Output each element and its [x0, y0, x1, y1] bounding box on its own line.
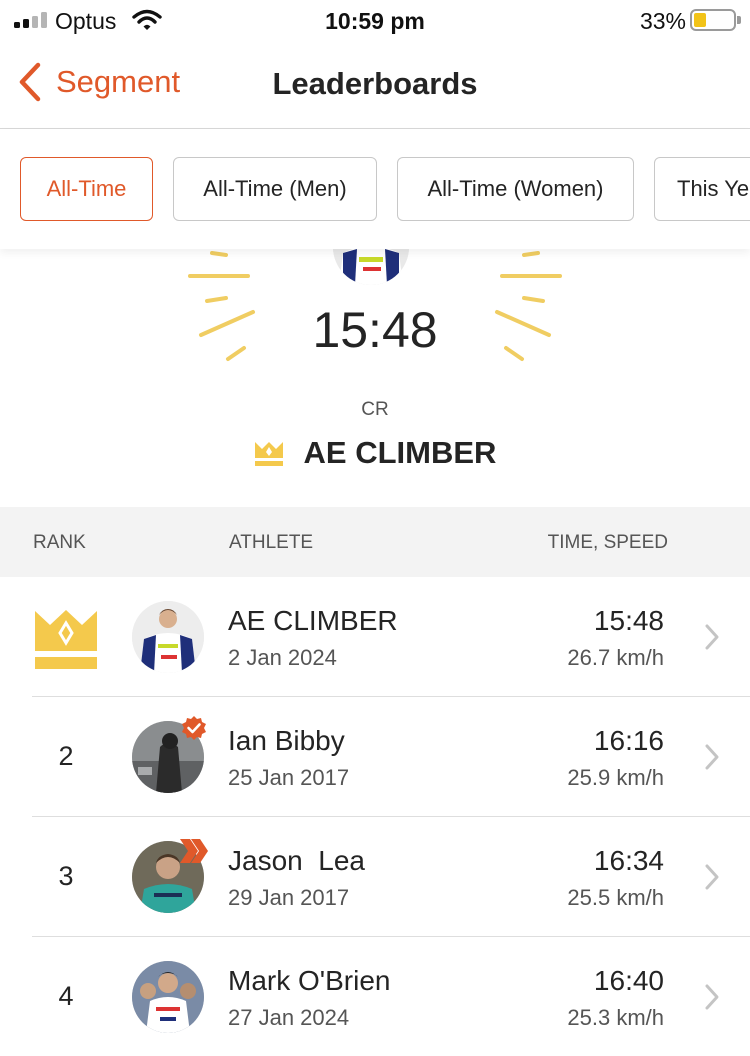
- cr-athlete-name: AE CLIMBER: [303, 435, 497, 470]
- athlete-name: Ian Bibby: [228, 725, 345, 756]
- effort-date: 25 Jan 2017: [228, 765, 350, 790]
- filter-all-time-women[interactable]: All-Time (Women): [397, 157, 634, 221]
- athlete-name: Mark O'Brien: [228, 965, 391, 996]
- effort-speed: 25.9 km/h: [567, 765, 664, 790]
- rank-number: 2: [58, 741, 74, 771]
- column-time-speed: TIME, SPEED: [547, 532, 668, 553]
- effort-date: 29 Jan 2017: [228, 885, 350, 910]
- navigation-bar: Segment Leaderboards: [0, 42, 750, 129]
- leaderboard-filter-bar: All-Time All-Time (Men) All-Time (Women)…: [0, 129, 750, 249]
- effort-time: 16:34: [593, 845, 664, 876]
- leaderboard-row[interactable]: 4 Mark O'Brien 27 Jan 2024 16:40 25.3 km…: [0, 937, 750, 1056]
- verified-icon: [182, 716, 206, 740]
- column-athlete: ATHLETE: [229, 532, 314, 553]
- status-clock: 10:59 pm: [325, 8, 425, 34]
- effort-date: 27 Jan 2024: [228, 1005, 350, 1030]
- rank-number: 3: [58, 861, 74, 891]
- effort-time: 16:40: [593, 965, 664, 996]
- leaderboard-header: RANK ATHLETE TIME, SPEED: [0, 507, 750, 577]
- battery-icon: [690, 9, 741, 31]
- filter-all-time[interactable]: All-Time: [20, 157, 153, 221]
- crown-icon: [35, 610, 97, 669]
- effort-speed: 25.3 km/h: [567, 1005, 664, 1030]
- rank-number: 4: [58, 981, 74, 1011]
- cr-label: CR: [361, 399, 389, 420]
- column-rank: RANK: [33, 532, 86, 553]
- athlete-avatar: [132, 961, 204, 1033]
- leaderboard-row[interactable]: 2 Ian Bibby 25 Jan 2017 16:16 25.9 km/h: [0, 697, 750, 817]
- chevron-right-icon: [705, 624, 719, 650]
- leaderboard-row[interactable]: AE CLIMBER 2 Jan 2024 15:48 26.7 km/h: [0, 577, 750, 697]
- athlete-name: AE CLIMBER: [228, 605, 398, 636]
- cr-time: 15:48: [312, 302, 438, 358]
- battery-percentage: 33%: [639, 8, 686, 34]
- filter-all-time-men[interactable]: All-Time (Men): [173, 157, 377, 221]
- effort-date: 2 Jan 2024: [228, 645, 337, 670]
- effort-time: 15:48: [593, 605, 664, 636]
- athlete-name: Jason Lea: [228, 845, 365, 876]
- summit-chevron-icon: [180, 839, 208, 863]
- athlete-avatar: [132, 601, 204, 673]
- effort-speed: 26.7 km/h: [567, 645, 664, 670]
- chevron-right-icon: [705, 744, 719, 770]
- status-bar: Optus 10:59 pm 33%: [0, 0, 750, 42]
- filter-this-year[interactable]: This Ye: [654, 157, 750, 221]
- leaderboard-row[interactable]: 3 Jason Lea 29 Jan 2017 16:34 25.5 km/h: [0, 817, 750, 937]
- course-record-hero: 15:48 CR AE CLIMBER: [0, 249, 750, 507]
- crown-icon: [254, 442, 283, 466]
- effort-time: 16:16: [593, 725, 664, 756]
- chevron-right-icon: [705, 984, 719, 1010]
- chevron-right-icon: [705, 864, 719, 890]
- effort-speed: 25.5 km/h: [567, 885, 664, 910]
- page-title: Leaderboards: [272, 66, 478, 101]
- cr-holder[interactable]: AE CLIMBER: [0, 435, 750, 471]
